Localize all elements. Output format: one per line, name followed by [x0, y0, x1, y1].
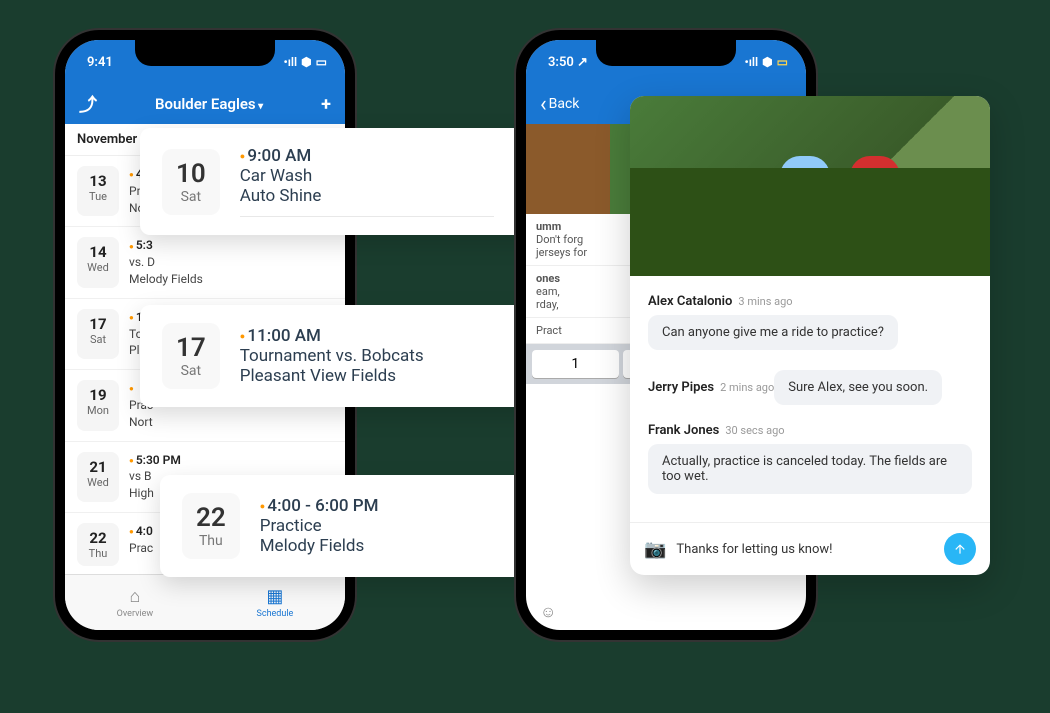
event-date-badge: 17 Sat: [162, 323, 220, 389]
event-card[interactable]: 17 Sat 11:00 AM Tournament vs. Bobcats P…: [140, 305, 570, 407]
date-badge: 13Tue: [77, 166, 119, 216]
chat-message: Alex Catalonio 3 mins ago Can anyone give …: [648, 290, 972, 350]
back-button[interactable]: Back: [540, 92, 579, 117]
event-title: Practice: [260, 516, 514, 536]
signal-icon: •ıll: [283, 55, 297, 69]
date-badge: 22Thu: [77, 523, 119, 566]
status-time: 9:41: [87, 55, 113, 70]
chat-author: Frank Jones: [648, 423, 719, 438]
key-1[interactable]: 1: [532, 350, 619, 378]
chat-bubble: Actually, practice is canceled today. Th…: [648, 444, 972, 494]
wifi-icon: ⬢: [762, 55, 772, 69]
event-location: Pleasant View Fields: [240, 366, 494, 386]
chat-message: Frank Jones 30 secs ago Actually, practice…: [648, 419, 972, 494]
event-title: Car Wash: [240, 166, 494, 186]
status-time: 3:50 ↗: [548, 55, 588, 70]
item-time: 5:3: [129, 237, 333, 254]
date-badge: 14Wed: [77, 237, 119, 287]
home-icon: ⌂: [117, 586, 153, 607]
item-time: 5:30 PM: [129, 452, 333, 469]
emoji-icon[interactable]: ☺: [540, 602, 556, 622]
event-time: 9:00 AM: [240, 146, 494, 166]
event-time: 11:00 AM: [240, 326, 494, 346]
camera-icon[interactable]: 📷: [644, 539, 666, 560]
chat-author: Jerry Pipes: [648, 380, 714, 395]
battery-icon: ▭: [777, 55, 788, 69]
chat-timestamp: 3 mins ago: [738, 295, 792, 308]
signal-icon: •ıll: [744, 55, 758, 69]
chat-timestamp: 2 mins ago: [720, 381, 774, 394]
schedule-item[interactable]: 14Wed 5:3vs. DMelody Fields: [65, 227, 345, 298]
chat-card: Alex Catalonio 3 mins ago Can anyone give …: [630, 96, 990, 575]
event-location: Melody Fields: [260, 536, 514, 556]
tab-overview[interactable]: ⌂Overview: [117, 586, 153, 619]
wifi-icon: ⬢: [301, 55, 311, 69]
chat-bubble: Can anyone give me a ride to practice?: [648, 315, 898, 350]
chat-message: Jerry Pipes 2 mins agoSure Alex, see you …: [648, 364, 972, 405]
event-time: 4:00 - 6:00 PM: [260, 496, 514, 516]
message-input[interactable]: [676, 542, 934, 557]
chat-timestamp: 30 secs ago: [725, 424, 784, 437]
tab-bar: ⌂Overview ▦Schedule: [65, 574, 345, 630]
chat-author: Alex Catalonio: [648, 294, 732, 309]
chat-hero-image: [630, 96, 990, 276]
share-icon[interactable]: ⤴: [79, 91, 97, 117]
chat-bubble: Sure Alex, see you soon.: [774, 370, 942, 405]
event-location: Auto Shine: [240, 186, 494, 206]
send-button[interactable]: [944, 533, 976, 565]
date-badge: 19Mon: [77, 380, 119, 430]
calendar-icon: ▦: [257, 586, 294, 607]
tab-schedule[interactable]: ▦Schedule: [257, 586, 294, 619]
event-title: Tournament vs. Bobcats: [240, 346, 494, 366]
add-icon[interactable]: +: [321, 94, 331, 115]
event-date-badge: 10 Sat: [162, 149, 220, 215]
battery-icon: ▭: [316, 55, 327, 69]
nav-bar: ⤴ Boulder Eagles +: [65, 84, 345, 124]
date-badge: 17Sat: [77, 309, 119, 359]
event-date-badge: 22 Thu: [182, 493, 240, 559]
date-badge: 21Wed: [77, 452, 119, 502]
event-card[interactable]: 10 Sat 9:00 AM Car Wash Auto Shine ✓: [140, 128, 570, 235]
chat-input-row: 📷: [630, 522, 990, 575]
team-selector[interactable]: Boulder Eagles: [155, 95, 263, 113]
